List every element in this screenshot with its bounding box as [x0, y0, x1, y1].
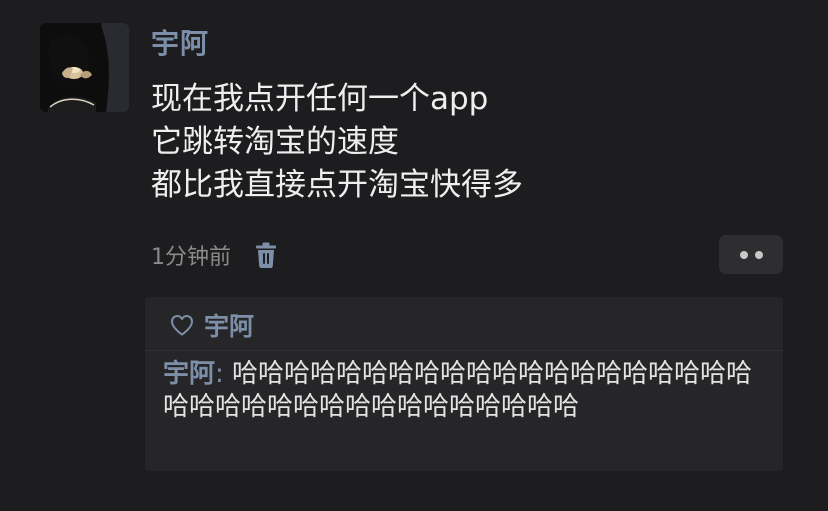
- trash-icon: [256, 242, 276, 268]
- post-content: 现在我点开任何一个app 它跳转淘宝的速度 都比我直接点开淘宝快得多: [151, 78, 791, 207]
- heart-outline-icon: [171, 315, 193, 336]
- moments-post: 宇阿 现在我点开任何一个app 它跳转淘宝的速度 都比我直接点开淘宝快得多 1分…: [0, 0, 828, 511]
- avatar[interactable]: [40, 23, 129, 112]
- post-meta: 1分钟前: [151, 236, 279, 274]
- post-content-line: 它跳转淘宝的速度: [151, 124, 399, 160]
- comment-item[interactable]: 宇阿: 哈哈哈哈哈哈哈哈哈哈哈哈哈哈哈哈哈哈哈哈哈哈哈哈哈哈哈哈哈哈哈哈哈哈哈哈: [163, 358, 775, 424]
- comment-separator: :: [215, 359, 233, 389]
- more-actions-button[interactable]: [719, 235, 783, 274]
- more-dots-icon: [754, 250, 763, 259]
- like-user-name[interactable]: 宇阿: [204, 307, 254, 343]
- comment-text: 哈哈哈哈哈哈哈哈哈哈哈哈哈哈哈哈哈哈哈哈哈哈哈哈哈哈哈哈哈哈哈哈哈哈哈哈: [163, 359, 753, 422]
- likes-comments-panel: 宇阿 宇阿: 哈哈哈哈哈哈哈哈哈哈哈哈哈哈哈哈哈哈哈哈哈哈哈哈哈哈哈哈哈哈哈哈哈…: [145, 297, 783, 471]
- delete-button[interactable]: [253, 240, 279, 270]
- post-content-line: 现在我点开任何一个app: [151, 81, 489, 117]
- avatar-photo: [40, 23, 129, 112]
- likes-row: 宇阿: [170, 307, 254, 343]
- comment-author-name[interactable]: 宇阿: [163, 359, 215, 389]
- more-dots-icon: [739, 250, 748, 259]
- post-timestamp: 1分钟前: [151, 245, 231, 270]
- post-author-name[interactable]: 宇阿: [151, 24, 209, 64]
- divider: [145, 350, 783, 351]
- post-content-line: 都比我直接点开淘宝快得多: [151, 167, 523, 203]
